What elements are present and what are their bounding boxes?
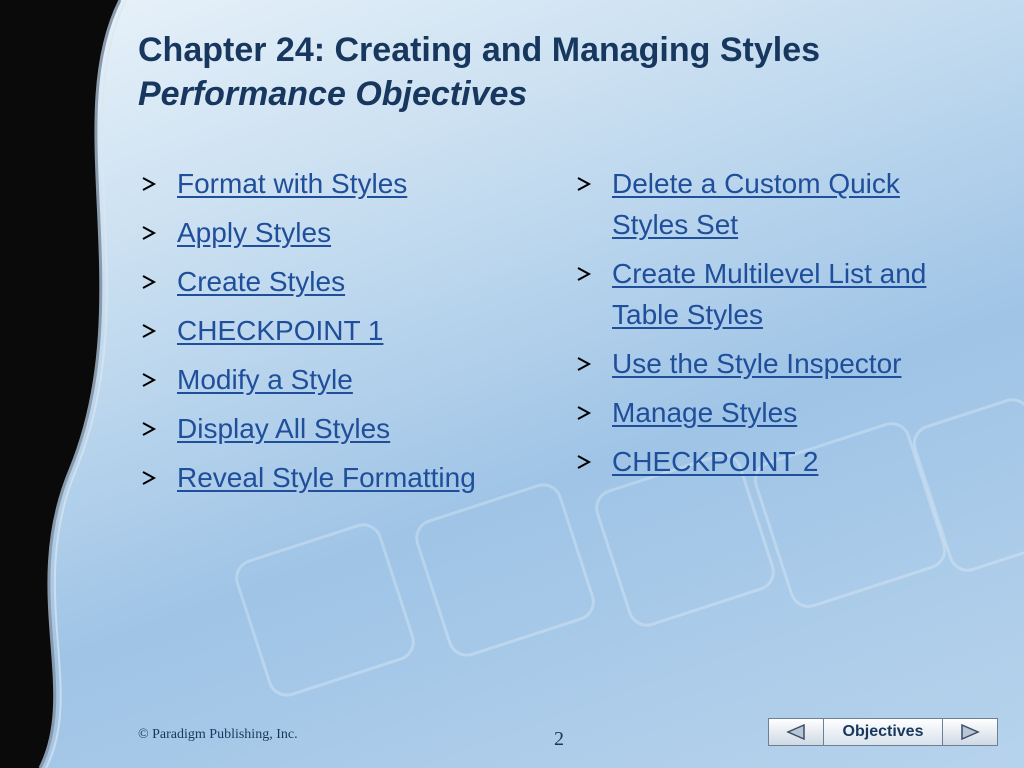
slide: Chapter 24: Creating and Managing Styles… (0, 0, 1024, 768)
arrow-bullet-icon (142, 275, 157, 289)
objective-link[interactable]: Use the Style Inspector (612, 348, 901, 379)
list-item: CHECKPOINT 1 (140, 310, 540, 351)
list-item: Use the Style Inspector (575, 343, 945, 384)
chapter-title: Chapter 24: Creating and Managing Styles (138, 31, 821, 69)
objective-link[interactable]: CHECKPOINT 1 (177, 315, 383, 346)
arrow-bullet-icon (577, 177, 592, 191)
arrow-bullet-icon (142, 422, 157, 436)
objective-link[interactable]: Format with Styles (177, 168, 407, 199)
objective-link[interactable]: CHECKPOINT 2 (612, 446, 818, 477)
objectives-list-left: Format with Styles Apply Styles Create S… (140, 163, 540, 506)
arrow-bullet-icon (142, 177, 157, 191)
section-subtitle: Performance Objectives (138, 75, 528, 113)
arrow-bullet-icon (577, 267, 592, 281)
objectives-button[interactable]: Objectives (824, 718, 942, 746)
triangle-left-icon (786, 723, 805, 741)
objective-link[interactable]: Delete a Custom Quick Styles Set (612, 168, 900, 240)
objective-link[interactable]: Create Multilevel List and Table Styles (612, 258, 926, 330)
arrow-bullet-icon (142, 226, 157, 240)
list-item: Create Multilevel List and Table Styles (575, 253, 945, 335)
list-item: Apply Styles (140, 212, 540, 253)
list-item: Create Styles (140, 261, 540, 302)
slide-title: Chapter 24: Creating and Managing Styles… (138, 28, 820, 116)
previous-slide-button[interactable] (768, 718, 824, 746)
arrow-bullet-icon (142, 324, 157, 338)
triangle-right-icon (961, 723, 980, 741)
page-number: 2 (554, 728, 564, 750)
arrow-bullet-icon (142, 471, 157, 485)
arrow-bullet-icon (142, 373, 157, 387)
objective-link[interactable]: Reveal Style Formatting (177, 462, 476, 493)
list-item: Format with Styles (140, 163, 540, 204)
copyright-text: © Paradigm Publishing, Inc. (138, 727, 298, 742)
list-item: Reveal Style Formatting (140, 457, 540, 498)
objectives-list-right: Delete a Custom Quick Styles Set Create … (575, 163, 945, 490)
list-item: Manage Styles (575, 392, 945, 433)
next-slide-button[interactable] (942, 718, 998, 746)
objective-link[interactable]: Modify a Style (177, 364, 353, 395)
list-item: Modify a Style (140, 359, 540, 400)
objective-link[interactable]: Create Styles (177, 266, 345, 297)
list-item: Display All Styles (140, 408, 540, 449)
list-item: Delete a Custom Quick Styles Set (575, 163, 945, 245)
arrow-bullet-icon (577, 455, 592, 469)
slide-navigation: Objectives (768, 718, 1000, 748)
objective-link[interactable]: Apply Styles (177, 217, 331, 248)
objective-link[interactable]: Manage Styles (612, 397, 797, 428)
list-item: CHECKPOINT 2 (575, 441, 945, 482)
objective-link[interactable]: Display All Styles (177, 413, 390, 444)
arrow-bullet-icon (577, 357, 592, 371)
arrow-bullet-icon (577, 406, 592, 420)
